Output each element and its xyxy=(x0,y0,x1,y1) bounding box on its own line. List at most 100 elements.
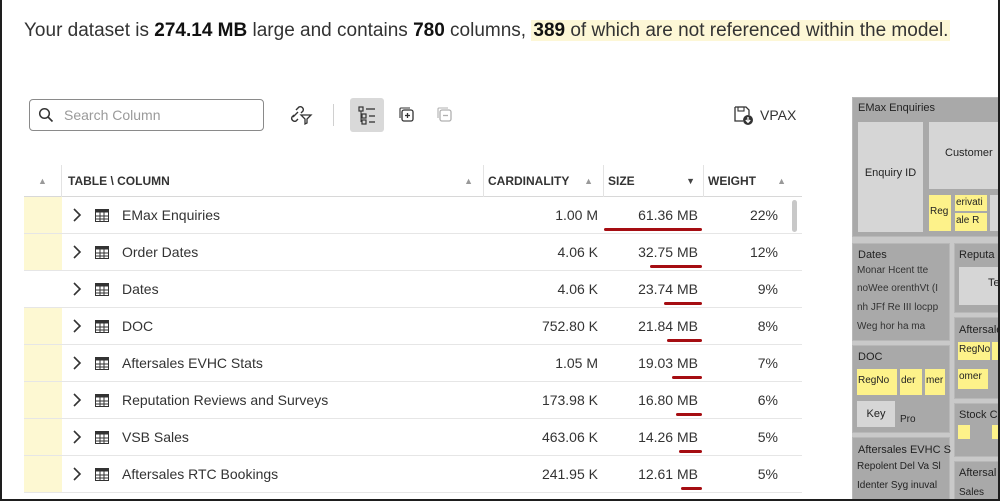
table-name: Order Dates xyxy=(122,244,199,260)
tree-view-button[interactable] xyxy=(350,98,384,132)
treemap-small-cell[interactable] xyxy=(990,195,998,231)
table-name: Aftersales RTC Bookings xyxy=(122,466,279,482)
table-row[interactable]: VSB Sales 463.06 K 14.26 MB 5% xyxy=(24,419,802,456)
table-name: EMax Enquiries xyxy=(122,207,221,223)
treemap-customer[interactable]: Customer xyxy=(929,122,998,189)
cardinality-value: 173.98 K xyxy=(541,392,598,408)
unreferenced-marker xyxy=(24,419,62,455)
table-row[interactable]: EMax Enquiries 1.00 M 61.36 MB 22% xyxy=(24,197,802,234)
toolbar-separator xyxy=(333,104,334,126)
cardinality-value: 4.06 K xyxy=(557,281,598,297)
table-name: Reputation Reviews and Surveys xyxy=(122,392,329,408)
size-value: 14.26 MB xyxy=(638,429,698,445)
chevron-right-icon[interactable] xyxy=(72,430,82,444)
size-value: 32.75 MB xyxy=(638,244,698,260)
unreferenced-marker xyxy=(24,234,62,270)
filter-unused-button[interactable] xyxy=(284,98,318,132)
table-icon xyxy=(95,431,109,444)
dataset-summary: Your dataset is 274.14 MB large and cont… xyxy=(24,20,951,41)
save-download-icon xyxy=(734,106,753,125)
cardinality-value: 1.05 M xyxy=(555,355,598,371)
weight-value: 22% xyxy=(749,207,778,223)
window-frame: Your dataset is 274.14 MB large and cont… xyxy=(0,0,1000,501)
header-weight[interactable]: WEIGHT ▲ xyxy=(704,165,790,197)
treemap-small-cell[interactable] xyxy=(958,425,970,439)
treemap: EMax Enquiries Enquiry ID Customer Reg e… xyxy=(852,97,998,499)
table-row[interactable]: Dates 4.06 K 23.74 MB 9% xyxy=(24,271,802,308)
vertical-scrollbar[interactable] xyxy=(792,200,797,232)
header-cardinality[interactable]: CARDINALITY ▲ xyxy=(484,165,604,197)
unreferenced-highlight: 389 of which are not referenced within t… xyxy=(531,20,951,41)
size-value: 61.36 MB xyxy=(638,207,698,223)
grid-header: ▲ TABLE \ COLUMN ▲ CARDINALITY ▲ SIZE ▼ … xyxy=(24,165,802,197)
table-row[interactable]: DOC 752.80 K 21.84 MB 8% xyxy=(24,308,802,345)
table-row[interactable]: Reputation Reviews and Surveys 173.98 K 16… xyxy=(24,382,802,419)
vpax-label: VPAX xyxy=(760,107,797,123)
unreferenced-marker xyxy=(24,456,62,492)
table-icon xyxy=(95,246,109,259)
search-input[interactable] xyxy=(64,105,254,125)
table-row[interactable]: Aftersales EVHC Stats 1.05 M 19.03 MB 7% xyxy=(24,345,802,382)
size-value: 12.61 MB xyxy=(638,466,698,482)
weight-value: 6% xyxy=(757,392,778,408)
cardinality-value: 241.95 K xyxy=(541,466,598,482)
dataset-size: 274.14 MB xyxy=(154,20,248,41)
search-box xyxy=(29,99,264,131)
size-value: 16.80 MB xyxy=(638,392,698,408)
size-bar xyxy=(667,339,702,342)
size-bar xyxy=(676,413,702,416)
size-bar xyxy=(664,302,702,305)
chevron-right-icon[interactable] xyxy=(72,393,82,407)
size-bar xyxy=(650,265,702,268)
table-row[interactable]: Order Dates 4.06 K 32.75 MB 12% xyxy=(24,234,802,271)
vpax-export-button[interactable]: VPAX xyxy=(732,98,796,132)
treemap-small-cell[interactable] xyxy=(992,425,998,439)
chevron-right-icon[interactable] xyxy=(72,282,82,296)
treemap-derivative[interactable]: erivati xyxy=(955,195,987,211)
chevron-right-icon[interactable] xyxy=(72,319,82,333)
sort-up-icon: ▲ xyxy=(38,176,47,186)
unreferenced-marker xyxy=(24,308,62,344)
size-value: 21.84 MB xyxy=(638,318,698,334)
marker-column-header[interactable]: ▲ xyxy=(24,165,62,197)
table-icon xyxy=(95,283,109,296)
treemap-reg[interactable]: Reg xyxy=(929,195,951,231)
column-count: 780 xyxy=(413,20,445,41)
collapse-all-button[interactable] xyxy=(428,98,462,132)
weight-value: 9% xyxy=(757,281,778,297)
table-row[interactable]: Aftersales RTC Bookings 241.95 K 12.61 MB 5… xyxy=(24,456,802,493)
unreferenced-marker xyxy=(24,345,62,381)
table-name: DOC xyxy=(122,318,154,334)
treemap-sale-r[interactable]: ale R xyxy=(955,213,987,231)
treemap-small-cell[interactable] xyxy=(992,342,998,360)
grid-rows: EMax Enquiries 1.00 M 61.36 MB 22% Order Dat… xyxy=(24,197,802,493)
chevron-right-icon[interactable] xyxy=(72,356,82,370)
cardinality-value: 1.00 M xyxy=(555,207,598,223)
size-bar xyxy=(681,487,702,490)
header-size[interactable]: SIZE ▼ xyxy=(604,165,704,197)
unreferenced-marker xyxy=(24,197,62,233)
table-icon xyxy=(95,209,109,222)
expand-all-icon xyxy=(399,107,414,122)
search-icon xyxy=(38,107,54,123)
table-icon xyxy=(95,320,109,333)
chevron-right-icon[interactable] xyxy=(72,208,82,222)
table-icon xyxy=(95,468,109,481)
header-table-column[interactable]: TABLE \ COLUMN ▲ xyxy=(62,165,484,197)
toolbar: VPAX xyxy=(29,98,799,132)
weight-value: 5% xyxy=(757,466,778,482)
table-icon xyxy=(95,357,109,370)
expand-all-button[interactable] xyxy=(390,98,424,132)
weight-value: 12% xyxy=(749,244,778,260)
chevron-right-icon[interactable] xyxy=(72,467,82,481)
sort-up-icon: ▲ xyxy=(777,176,786,186)
columns-grid: ▲ TABLE \ COLUMN ▲ CARDINALITY ▲ SIZE ▼ … xyxy=(24,165,802,493)
cardinality-value: 463.06 K xyxy=(541,429,598,445)
chevron-right-icon[interactable] xyxy=(72,245,82,259)
treemap-enquiry-id[interactable]: Enquiry ID xyxy=(858,122,923,232)
size-bar xyxy=(672,376,702,379)
treemap-dates-label: Dates xyxy=(858,249,887,261)
treemap-emax-label: EMax Enquiries xyxy=(858,102,936,114)
weight-value: 7% xyxy=(757,355,778,371)
size-value: 23.74 MB xyxy=(638,281,698,297)
